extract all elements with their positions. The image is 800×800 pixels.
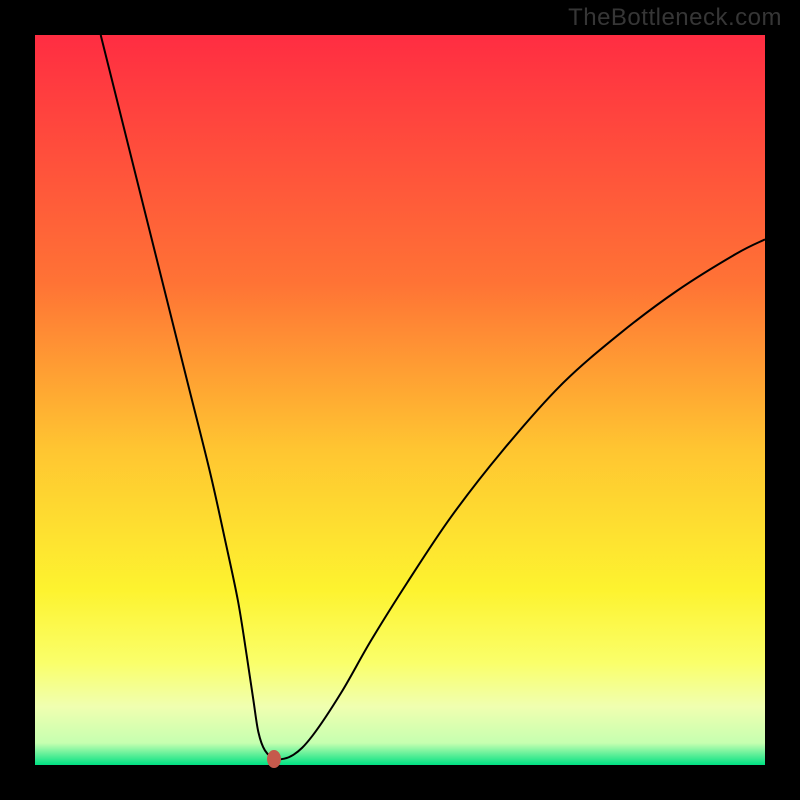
plot-svg (35, 35, 765, 765)
chart-container: TheBottleneck.com (0, 0, 800, 800)
watermark-text: TheBottleneck.com (568, 4, 782, 32)
plot-area (35, 35, 765, 765)
minimum-marker (267, 750, 281, 768)
plot-background (35, 35, 765, 765)
